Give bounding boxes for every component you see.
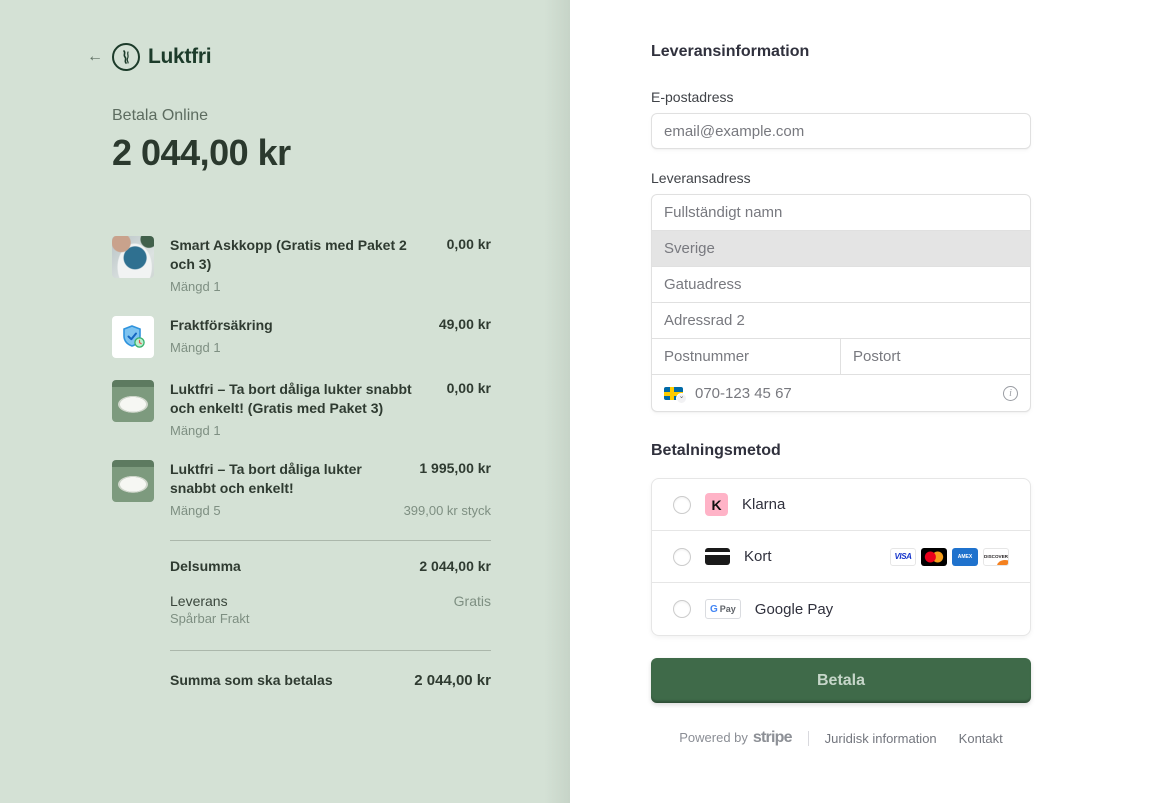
item-unit-price: 399,00 kr styck (404, 503, 491, 518)
product-thumbnail-ashtray (112, 236, 154, 278)
subtotal-label: Delsumma (170, 558, 241, 574)
product-thumbnail-shield-icon (112, 316, 154, 358)
street-address-input[interactable] (652, 267, 1030, 302)
item-price: 1 995,00 kr (419, 460, 491, 498)
shipping-label: Leverans (170, 593, 228, 609)
credit-card-icon (705, 548, 730, 565)
shipping-value: Gratis (454, 593, 491, 609)
payment-label: Klarna (742, 496, 785, 513)
shipping-method: Spårbar Frakt (170, 611, 491, 626)
line-item: Luktfri – Ta bort dåliga lukter snabbt o… (112, 380, 491, 438)
address-label: Leveransadress (651, 170, 1031, 186)
item-title: Luktfri – Ta bort dåliga lukter snabbt o… (170, 380, 432, 418)
legal-info-link[interactable]: Juridisk information (825, 731, 937, 746)
payment-option-google-pay[interactable]: G Pay Google Pay (652, 583, 1030, 635)
city-input[interactable] (841, 339, 1030, 374)
klarna-icon: K (705, 493, 728, 516)
line-item: Fraktförsäkring 49,00 kr Mängd 1 (112, 316, 491, 358)
powered-by-stripe-link[interactable]: Powered by stripe (679, 729, 791, 747)
radio-klarna[interactable] (673, 496, 691, 514)
line-item: Smart Askkopp (Gratis med Paket 2 och 3)… (112, 236, 491, 294)
item-price: 0,00 kr (447, 236, 491, 274)
grand-total-label: Summa som ska betalas (170, 672, 333, 688)
line-items: Smart Askkopp (Gratis med Paket 2 och 3)… (112, 236, 491, 518)
radio-google-pay[interactable] (673, 600, 691, 618)
shipping-info-heading: Leveransinformation (651, 43, 1031, 61)
order-summary-panel: ← Luktfri Betala Online 2 044,00 kr Smar… (0, 0, 570, 803)
payment-label: Kort (744, 548, 772, 565)
postal-code-input[interactable] (652, 339, 840, 374)
subtotal-row: Delsumma 2 044,00 kr (170, 558, 491, 574)
country-value: Sverige (664, 240, 715, 257)
google-pay-icon: G Pay (705, 599, 741, 619)
grand-total-value: 2 044,00 kr (414, 672, 491, 689)
payment-label: Google Pay (755, 601, 833, 618)
mastercard-icon (921, 548, 947, 566)
address-group: Sverige i (651, 194, 1031, 412)
luktfri-logo-icon (112, 43, 140, 71)
payment-methods-group: K Klarna Kort VISA AMEX DISCOVER G Pay (651, 478, 1031, 636)
pay-button[interactable]: Betala (651, 658, 1031, 703)
powered-by-text: Powered by (679, 730, 748, 745)
amex-icon: AMEX (952, 548, 978, 566)
item-price: 0,00 kr (447, 380, 491, 418)
item-title: Smart Askkopp (Gratis med Paket 2 och 3) (170, 236, 432, 274)
street-row (652, 267, 1030, 303)
line-item: Luktfri – Ta bort dåliga lukter snabbt o… (112, 460, 491, 518)
checkout-footer: Powered by stripe Juridisk information K… (651, 729, 1031, 747)
full-name-input[interactable] (652, 195, 1030, 230)
brand-header: ← Luktfri (112, 43, 491, 71)
phone-row: i (652, 375, 1030, 411)
page-title: Betala Online (112, 107, 491, 125)
totals-section: Delsumma 2 044,00 kr Leverans Gratis Spå… (170, 540, 491, 689)
radio-card[interactable] (673, 548, 691, 566)
visa-icon: VISA (890, 548, 916, 566)
address-line2-input[interactable] (652, 303, 1030, 338)
order-total-amount: 2 044,00 kr (112, 132, 491, 174)
back-arrow-icon[interactable]: ← (87, 48, 103, 66)
phone-input[interactable] (691, 375, 995, 411)
contact-link[interactable]: Kontakt (959, 731, 1003, 746)
item-quantity: Mängd 1 (170, 279, 221, 294)
product-thumbnail-luktfri-box (112, 460, 154, 502)
item-quantity: Mängd 1 (170, 340, 221, 355)
payment-option-klarna[interactable]: K Klarna (652, 479, 1030, 531)
brand-name: Luktfri (148, 45, 211, 69)
footer-divider (808, 731, 809, 746)
shipping-row: Leverans Gratis Spårbar Frakt (170, 593, 491, 626)
item-title: Fraktförsäkring (170, 316, 273, 335)
product-thumbnail-luktfri-box (112, 380, 154, 422)
payment-method-heading: Betalningsmetod (651, 442, 1031, 460)
email-label: E-postadress (651, 89, 1031, 105)
checkout-form-panel: Leveransinformation E-postadress Leveran… (570, 0, 1163, 803)
full-name-row (652, 195, 1030, 231)
postal-city-row (652, 339, 1030, 375)
payment-option-card[interactable]: Kort VISA AMEX DISCOVER (652, 531, 1030, 583)
sweden-flag-country-picker-icon[interactable] (664, 387, 683, 400)
card-brand-badges: VISA AMEX DISCOVER (890, 548, 1009, 566)
grand-total-row: Summa som ska betalas 2 044,00 kr (170, 650, 491, 689)
stripe-logo: stripe (753, 729, 792, 747)
discover-icon: DISCOVER (983, 548, 1009, 566)
item-quantity: Mängd 5 (170, 503, 221, 518)
email-input[interactable] (651, 113, 1031, 149)
address2-row (652, 303, 1030, 339)
country-select[interactable]: Sverige (652, 231, 1030, 267)
item-price: 49,00 kr (439, 316, 491, 335)
item-quantity: Mängd 1 (170, 423, 221, 438)
info-icon[interactable]: i (1003, 386, 1018, 401)
subtotal-value: 2 044,00 kr (419, 558, 491, 574)
item-title: Luktfri – Ta bort dåliga lukter snabbt o… (170, 460, 407, 498)
